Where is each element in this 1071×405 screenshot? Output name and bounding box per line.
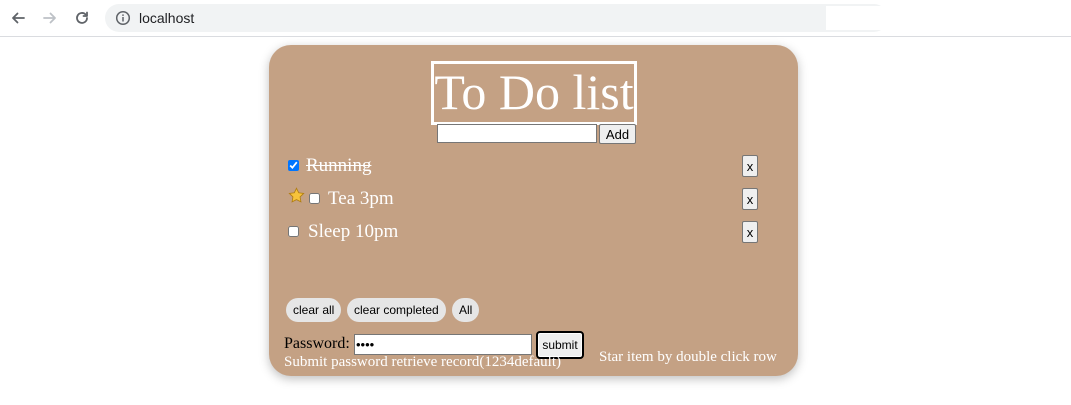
forward-arrow-icon[interactable] bbox=[38, 6, 62, 30]
clear-completed-button[interactable]: clear completed bbox=[347, 298, 446, 322]
delete-button[interactable]: x bbox=[742, 155, 758, 177]
page-title: To Do list bbox=[431, 61, 637, 125]
todo-label: Tea 3pm bbox=[328, 188, 394, 209]
add-button[interactable]: Add bbox=[599, 124, 636, 144]
browser-toolbar: localhost bbox=[0, 0, 1071, 37]
delete-button[interactable]: x bbox=[742, 188, 758, 210]
todo-card: To Do list Add Running x Tea 3pm x Sleep… bbox=[269, 45, 798, 376]
todo-row[interactable]: Sleep 10pm x bbox=[269, 221, 798, 249]
reload-icon[interactable] bbox=[70, 6, 94, 30]
url-text: localhost bbox=[139, 10, 195, 26]
todo-checkbox[interactable] bbox=[288, 160, 299, 171]
address-bar-end bbox=[826, 6, 888, 30]
todo-row[interactable]: Running x bbox=[269, 155, 798, 183]
delete-button[interactable]: x bbox=[742, 221, 758, 243]
address-bar[interactable]: localhost bbox=[105, 4, 888, 32]
new-item-input[interactable] bbox=[437, 124, 597, 143]
password-input[interactable] bbox=[354, 334, 532, 355]
todo-checkbox[interactable] bbox=[309, 193, 320, 204]
star-hint: Star item by double click row bbox=[599, 349, 777, 365]
show-all-button[interactable]: All bbox=[452, 298, 480, 322]
back-arrow-icon[interactable] bbox=[6, 6, 30, 30]
star-icon bbox=[288, 187, 305, 204]
password-hint: Submit password retrieve record(1234defa… bbox=[284, 354, 561, 370]
todo-checkbox[interactable] bbox=[288, 226, 299, 237]
todo-label: Running bbox=[306, 155, 372, 176]
todo-row[interactable]: Tea 3pm x bbox=[269, 187, 798, 216]
password-label: Password: bbox=[284, 335, 350, 352]
clear-all-button[interactable]: clear all bbox=[286, 298, 342, 322]
todo-label: Sleep 10pm bbox=[308, 221, 399, 242]
info-icon[interactable] bbox=[115, 10, 131, 26]
